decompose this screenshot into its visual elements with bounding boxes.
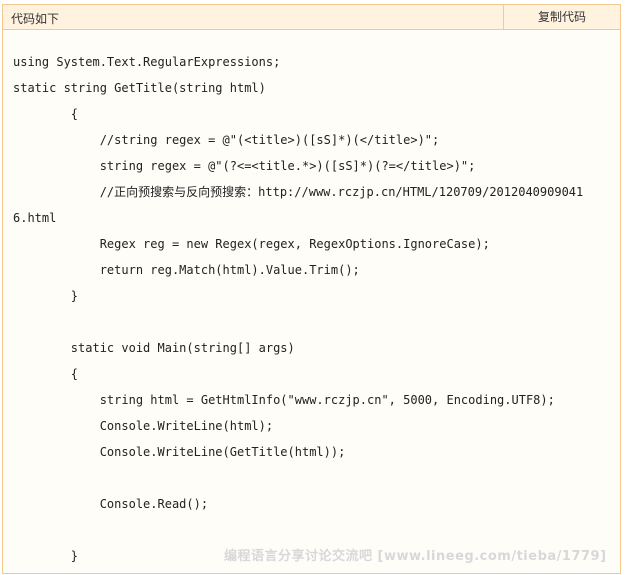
code-line: static string GetTitle(string html) xyxy=(13,81,266,95)
code-line: string regex = @"(?<=<title.*>)([sS]*)(?… xyxy=(13,159,476,173)
code-header: 代码如下 复制代码 xyxy=(3,5,620,30)
code-line: using System.Text.RegularExpressions; xyxy=(13,55,281,69)
code-line: static void Main(string[] args) xyxy=(13,341,295,355)
code-line: //string regex = @"(<title>)([sS]*)(</ti… xyxy=(13,133,440,147)
code-line: Regex reg = new Regex(regex, RegexOption… xyxy=(13,237,490,251)
code-line: string html = GetHtmlInfo("www.rczjp.cn"… xyxy=(13,393,555,407)
code-body: using System.Text.RegularExpressions; st… xyxy=(13,49,614,573)
code-line: //正向预搜索与反向预搜索：http://www.rczjp.cn/HTML/1… xyxy=(13,185,584,199)
code-line: return reg.Match(html).Value.Trim(); xyxy=(13,263,360,277)
code-line: } xyxy=(13,289,79,303)
code-title: 代码如下 xyxy=(11,12,60,26)
code-line: Console.WriteLine(GetTitle(html)); xyxy=(13,445,346,459)
code-line: { xyxy=(13,367,79,381)
watermark-text: 编程语言分享讨论交流吧 [www.lineeg.com/tieba/1779] xyxy=(224,549,607,564)
code-line: Console.Read(); xyxy=(13,497,209,511)
code-line: Console.WriteLine(html); xyxy=(13,419,274,433)
code-line: { xyxy=(13,107,79,121)
copy-code-button[interactable]: 复制代码 xyxy=(504,5,620,29)
code-line: 6.html xyxy=(13,211,57,225)
code-block: 代码如下 复制代码 using System.Text.RegularExpre… xyxy=(2,4,621,574)
